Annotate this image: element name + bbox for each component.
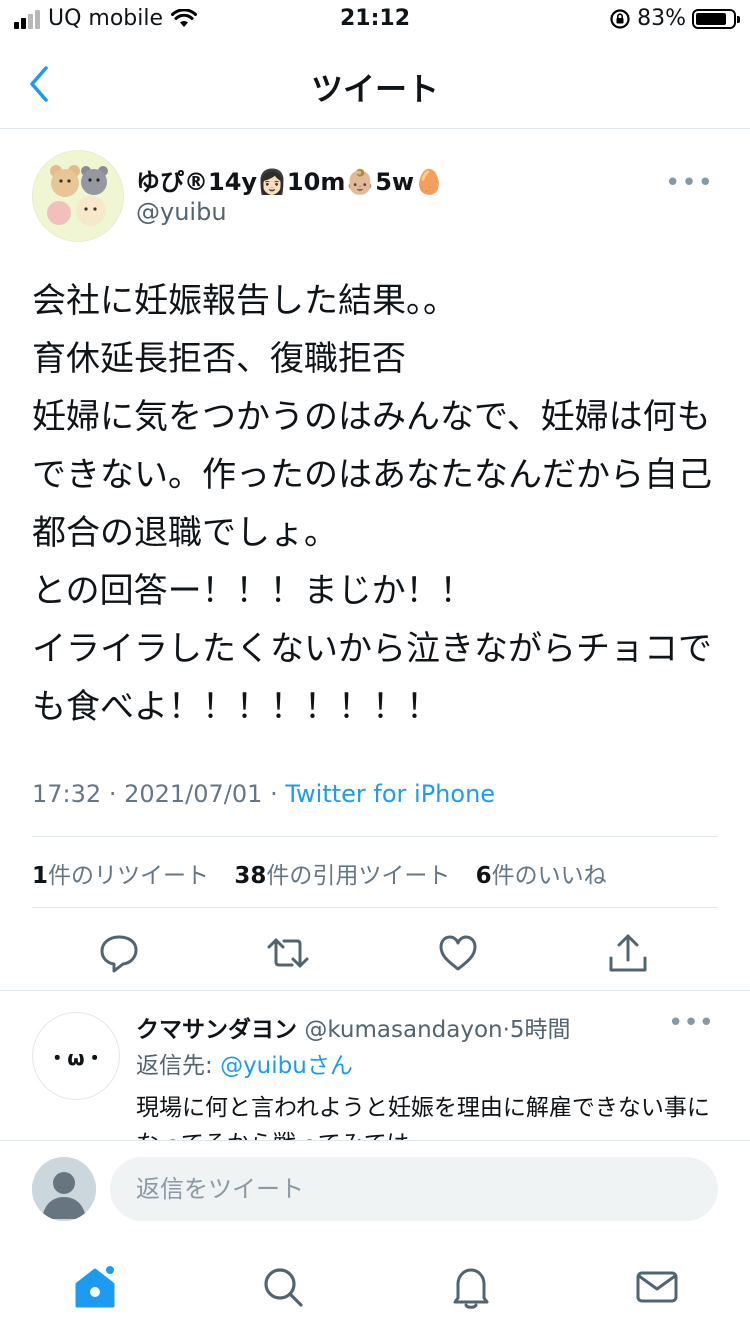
home-icon (75, 1264, 116, 1308)
reply-icon (100, 935, 138, 973)
reply-composer: 返信をツイート (0, 1140, 750, 1241)
meta-separator: · (270, 780, 278, 808)
reply-text: 現場に何と言われようと妊娠を理由に解雇できない事になってるから戦ってみては (136, 1095, 710, 1140)
tab-home[interactable] (70, 1262, 120, 1312)
likes-label: 件のいいね (491, 863, 607, 889)
nav-bar: ツイート (0, 42, 750, 129)
share-icon (609, 934, 647, 972)
reply-to-mention[interactable]: @yuibuさん (220, 1053, 353, 1079)
page-title: ツイート (310, 70, 439, 108)
tab-notifications[interactable] (446, 1262, 496, 1312)
like-icon (439, 935, 477, 971)
avatar[interactable] (32, 150, 124, 242)
reply-to: 返信先: @yuibuさん (136, 1046, 353, 1080)
tab-messages[interactable] (632, 1262, 682, 1312)
tweet-header: ゆぴ®14y👩🏻10m👶🏼5w🥚 @yuibu ••• (32, 150, 718, 246)
user-avatar (32, 1157, 96, 1221)
battery-percent: 83% (637, 6, 686, 31)
reply-author-handle[interactable]: @kumasandayon (304, 1017, 502, 1043)
tweet-stats: 1件のリツイート 38件の引用ツイート 6件のいいね (32, 856, 607, 890)
meta-separator: · (108, 780, 117, 808)
tweet-time: 17:32 (32, 780, 102, 808)
author-name[interactable]: ゆぴ®14y👩🏻10m👶🏼5w🥚 (136, 162, 444, 197)
search-icon (264, 1268, 303, 1307)
more-options-button[interactable]: ••• (665, 168, 714, 198)
reply-to-label: 返信先: (136, 1053, 221, 1079)
retweets-label: 件のリツイート (48, 863, 210, 889)
reply-tweet[interactable]: ・ω・ クマサンダヨン @kumasandayon·5時間 ••• 返信先: @… (0, 1000, 750, 1140)
reply-time: 5時間 (509, 1017, 571, 1043)
tweet-date: 2021/07/01 (124, 780, 263, 808)
bear-avatar-icon (33, 151, 123, 241)
share-button[interactable] (603, 928, 653, 978)
orientation-lock-icon (610, 8, 630, 29)
retweets-stat[interactable]: 1件のリツイート (32, 863, 209, 889)
tweet-meta: 17:32 · 2021/07/01 · Twitter for iPhone (32, 780, 495, 808)
reply-author-name[interactable]: クマサンダヨン (136, 1017, 297, 1043)
reply-header: クマサンダヨン @kumasandayon·5時間 (136, 1010, 571, 1044)
reply-more-button[interactable]: ••• (668, 1008, 714, 1038)
tweet-source-link[interactable]: Twitter for iPhone (285, 780, 495, 808)
tab-search[interactable] (258, 1262, 308, 1312)
battery-fill (696, 12, 726, 25)
quotes-label: 件の引用ツイート (266, 863, 451, 889)
quotes-stat[interactable]: 38件の引用ツイート (234, 863, 450, 889)
quotes-count: 38 (234, 863, 267, 889)
retweet-icon (267, 938, 309, 968)
reply-avatar[interactable]: ・ω・ (32, 1012, 120, 1100)
reply-button[interactable] (94, 928, 144, 978)
tweet-actions (0, 920, 750, 990)
reply-separator: · (502, 1017, 510, 1043)
default-avatar-icon (32, 1157, 96, 1221)
battery-icon (692, 8, 740, 29)
section-divider (0, 990, 750, 991)
retweet-button[interactable] (263, 928, 313, 978)
tab-bar (0, 1240, 750, 1334)
status-bar: UQ mobile 21:12 83% (0, 0, 750, 42)
tweet-text: 会社に妊娠報告した結果。。 育休延長拒否、復職拒否 妊婦に気をつかうのはみんなで… (32, 281, 712, 727)
reply-input[interactable]: 返信をツイート (110, 1157, 718, 1221)
status-right: 83% (609, 6, 740, 31)
notifications-icon (453, 1268, 489, 1309)
divider (32, 836, 718, 837)
messages-icon (636, 1271, 678, 1303)
retweets-count: 1 (32, 863, 49, 889)
likes-stat[interactable]: 6件のいいね (476, 863, 607, 889)
author-handle[interactable]: @yuibu (136, 198, 227, 226)
like-button[interactable] (433, 928, 483, 978)
likes-count: 6 (475, 863, 492, 889)
divider (32, 907, 718, 908)
